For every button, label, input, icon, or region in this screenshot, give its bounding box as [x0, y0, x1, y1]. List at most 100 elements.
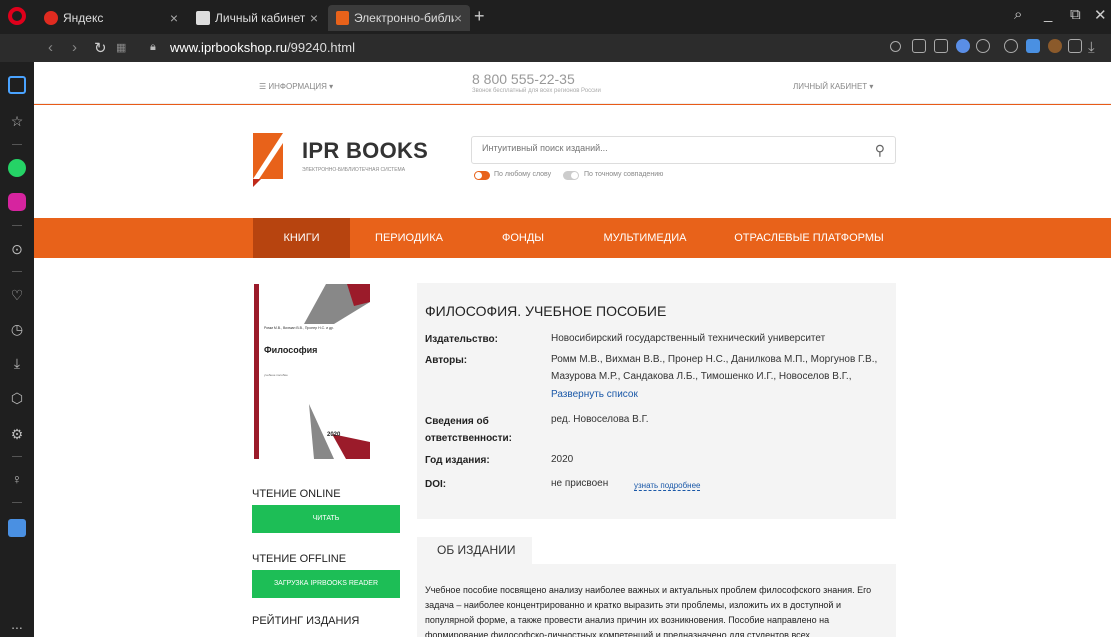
download-icon[interactable]: ⤓: [8, 354, 26, 372]
download-icon[interactable]: ⤓: [1088, 39, 1095, 56]
about-text: Учебное пособие посвящено анализу наибол…: [425, 585, 872, 637]
speed-dial-icon[interactable]: ▦: [116, 41, 126, 54]
search-tabs-icon[interactable]: ⌕: [1014, 6, 1022, 23]
history-icon[interactable]: ◷: [8, 320, 26, 338]
vpn-icon[interactable]: [1004, 39, 1018, 53]
search-box: ⚲: [471, 136, 896, 164]
divider: [12, 144, 22, 145]
cube-icon[interactable]: ⬡: [8, 389, 26, 407]
cover-title: Философия: [264, 345, 318, 355]
web-page: ☰ ИНФОРМАЦИЯ ▾ 8 800 555-22-35 Звонок бе…: [34, 62, 1111, 637]
search-icon[interactable]: ⚲: [875, 142, 885, 159]
nav-platforms[interactable]: ОТРАСЛЕВЫЕ ПЛАТФОРМЫ: [724, 218, 894, 258]
responsibility-value: ред. Новоселова В.Г.: [551, 414, 649, 425]
authors-line-2: Мазурова М.Р., Сандакова Л.Б., Тимошенко…: [551, 371, 852, 382]
authors-label: Авторы:: [425, 355, 468, 366]
toggle-any-word[interactable]: [474, 171, 490, 180]
nav-multimedia[interactable]: МУЛЬТИМЕДИА: [580, 218, 710, 258]
divider: [12, 502, 22, 503]
translate-icon[interactable]: [8, 519, 26, 537]
logo-subtitle: ЭЛЕКТРОННО-БИБЛИОТЕЧНАЯ СИСТЕМА: [302, 167, 406, 173]
main-nav: [34, 218, 1111, 258]
tab-label: Яндекс: [63, 11, 104, 25]
authors-line-1: Ромм М.В., Вихман В.В., Пронер Н.С., Дан…: [551, 354, 878, 365]
cover-spine: [254, 284, 259, 459]
more-icon[interactable]: ...: [8, 615, 26, 633]
page-icon: [196, 11, 210, 25]
forward-icon[interactable]: ›: [72, 39, 77, 56]
responsibility-label: Сведения об ответственности:: [425, 416, 512, 444]
iprbooks-logo-icon[interactable]: [253, 133, 283, 187]
back-icon[interactable]: ‹: [48, 39, 53, 56]
download-reader-button[interactable]: ЗАГРУЗКА IPRBOOKS READER: [252, 570, 400, 598]
search-icon[interactable]: [890, 41, 901, 52]
year-value: 2020: [551, 454, 574, 465]
opera-menu-icon[interactable]: [8, 7, 26, 25]
divider: [12, 271, 22, 272]
heart-icon[interactable]: ♡: [8, 286, 26, 304]
tab-label: Электронно-библиотечна: [353, 11, 454, 25]
translate-icon[interactable]: [1026, 39, 1040, 53]
book-title: ФИЛОСОФИЯ. УЧЕБНОЕ ПОСОБИЕ: [425, 303, 667, 319]
cover-subtitle: учебное пособие: [264, 373, 288, 377]
divider: [34, 104, 1111, 105]
edit-icon[interactable]: [912, 39, 926, 53]
search-input[interactable]: [482, 143, 862, 153]
nav-periodicals[interactable]: ПЕРИОДИКА: [356, 218, 462, 258]
nav-books[interactable]: КНИГИ: [253, 218, 350, 258]
cover-authors: Ромм М.В., Вихман В.В., Пронер Н.С. и др…: [264, 326, 334, 330]
shield-icon[interactable]: [956, 39, 970, 53]
url-field[interactable]: www.iprbookshop.ru/99240.html: [170, 40, 355, 55]
toggle-exact[interactable]: [563, 171, 579, 180]
read-button[interactable]: ЧИТАТЬ: [252, 505, 400, 533]
cabinet-menu[interactable]: ЛИЧНЫЙ КАБИНЕТ ▾: [793, 82, 873, 91]
phone-note: Звонок бесплатный для всех регионов Росс…: [472, 88, 601, 94]
close-window-button[interactable]: ✕: [1094, 6, 1107, 24]
whatsapp-icon[interactable]: [8, 159, 26, 177]
rating-heading: РЕЙТИНГ ИЗДАНИЯ: [252, 615, 360, 627]
extension-icon[interactable]: [1048, 39, 1062, 53]
bulb-icon[interactable]: ♀: [8, 470, 26, 488]
offline-heading: ЧТЕНИЕ OFFLINE: [252, 553, 347, 565]
tab-about[interactable]: ОБ ИЗДАНИИ: [417, 537, 532, 564]
play-icon[interactable]: ⊙: [8, 240, 26, 258]
publisher-value: Новосибирский государственный технически…: [551, 333, 826, 344]
tab-iprbooks[interactable]: Электронно-библиотечна ×: [328, 5, 470, 31]
cover-year: 2020: [327, 432, 341, 438]
divider: [12, 225, 22, 226]
camera-icon[interactable]: [934, 39, 948, 53]
tab-cabinet[interactable]: Личный кабинет ×: [188, 5, 326, 31]
book-cover[interactable]: [254, 284, 370, 459]
restore-button[interactable]: ⧉: [1070, 6, 1081, 23]
nav-funds[interactable]: ФОНДЫ: [480, 218, 566, 258]
instagram-icon[interactable]: [8, 193, 26, 211]
settings-icon[interactable]: ⚙: [8, 425, 26, 443]
tab-label: Личный кабинет: [215, 11, 306, 25]
expand-authors-link[interactable]: Развернуть список: [551, 387, 638, 403]
tab-yandex[interactable]: Яндекс ×: [36, 5, 186, 31]
sidebar: [0, 62, 34, 637]
toggle-any-word-label: По любому слову: [494, 171, 552, 178]
url-domain: www.iprbookshop.ru: [170, 40, 288, 55]
star-icon[interactable]: ☆: [8, 112, 26, 130]
home-icon[interactable]: [8, 76, 26, 94]
close-tab-icon[interactable]: ×: [170, 10, 178, 26]
reload-icon[interactable]: ↻: [94, 39, 107, 57]
toggle-exact-label: По точному совпадению: [584, 171, 664, 178]
yandex-icon: [44, 11, 58, 25]
heart-icon[interactable]: [976, 39, 990, 53]
publisher-label: Издательство:: [425, 334, 498, 345]
logo-text[interactable]: IPR BOOKS: [302, 138, 428, 164]
online-heading: ЧТЕНИЕ ONLINE: [252, 488, 341, 500]
divider: [12, 456, 22, 457]
info-menu[interactable]: ☰ ИНФОРМАЦИЯ ▾: [259, 82, 333, 91]
url-path: /99240.html: [287, 40, 355, 55]
doi-more-link[interactable]: узнать подробнее: [634, 481, 701, 491]
close-tab-icon[interactable]: ×: [310, 10, 318, 26]
close-tab-icon[interactable]: ×: [454, 10, 462, 26]
doi-value: не присвоен: [551, 478, 609, 489]
minimize-button[interactable]: _: [1044, 6, 1052, 23]
new-tab-button[interactable]: +: [474, 6, 485, 27]
cube-icon[interactable]: [1068, 39, 1082, 53]
phone-number: 8 800 555-22-35: [472, 71, 575, 87]
